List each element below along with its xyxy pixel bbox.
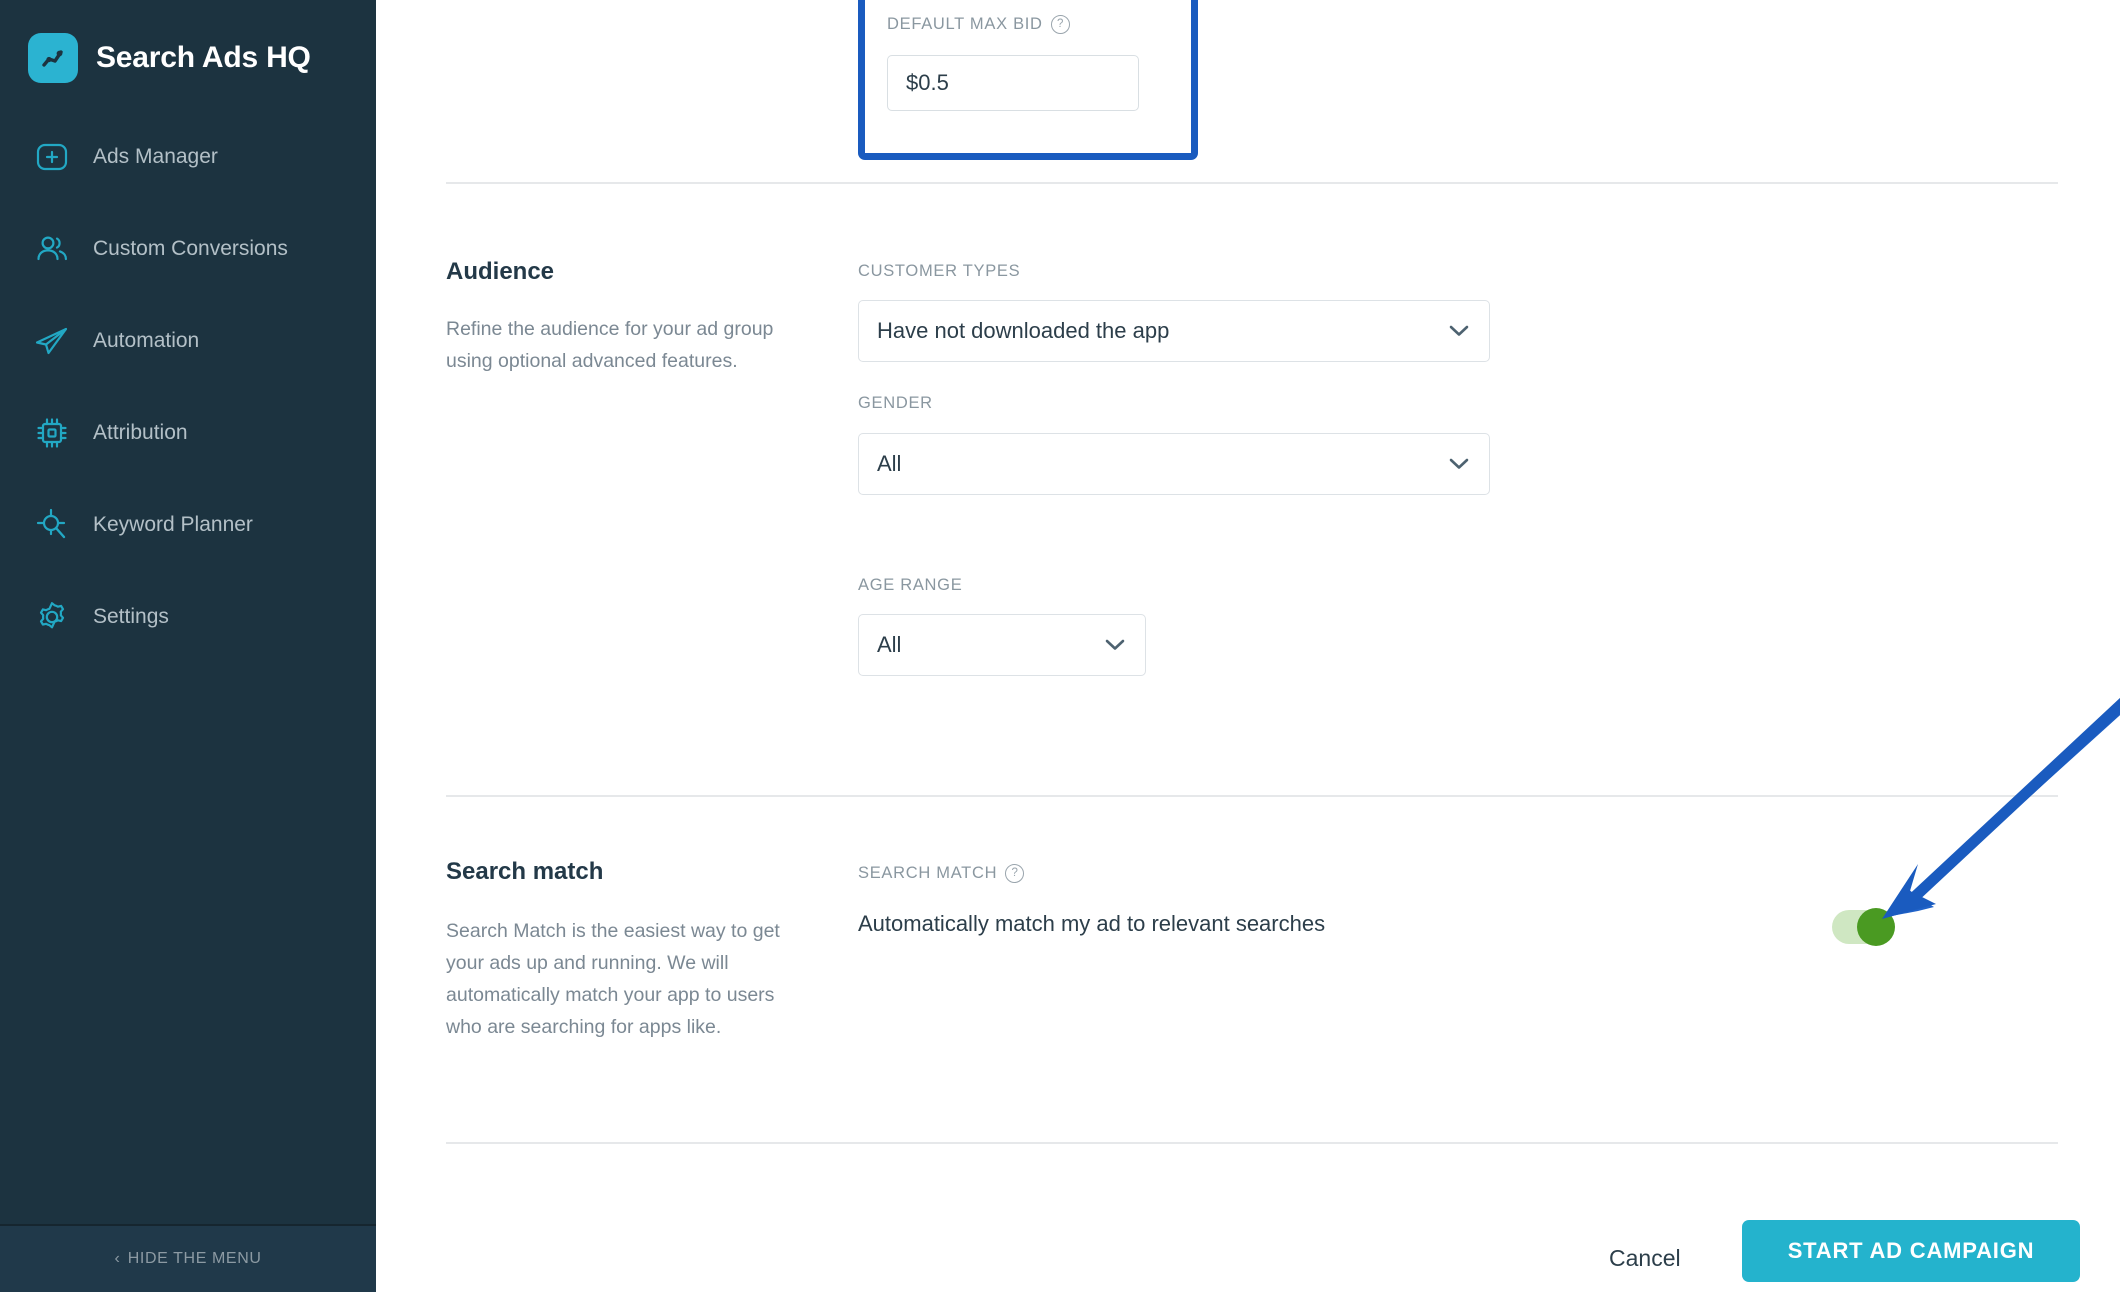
audience-section-title: Audience [446, 258, 555, 285]
sidebar-item-label: Ads Manager [93, 145, 218, 168]
brand: Search Ads HQ [0, 0, 376, 88]
chevron-down-icon [1105, 639, 1145, 651]
sidebar-item-settings[interactable]: Settings [0, 590, 376, 644]
sidebar-nav: Ads Manager Custom Conversions Automatio… [0, 130, 376, 644]
question-mark-circle-icon[interactable]: ? [1005, 864, 1025, 883]
customer-types-value: Have not downloaded the app [877, 318, 1170, 343]
default-max-bid-input[interactable] [887, 55, 1139, 111]
sidebar-item-keyword-planner[interactable]: Keyword Planner [0, 498, 376, 552]
age-range-value: All [877, 632, 902, 657]
gender-value: All [877, 451, 902, 476]
sidebar-item-label: Automation [93, 329, 200, 352]
gender-select[interactable]: All [858, 433, 1490, 495]
sidebar-item-label: Keyword Planner [93, 513, 253, 536]
search-match-toggle[interactable] [1832, 908, 1895, 946]
divider-middle [446, 795, 2058, 797]
search-match-toggle-text: Automatically match my ad to relevant se… [858, 911, 1326, 936]
sidebar-item-label: Settings [93, 605, 169, 628]
age-range-label-row: AGE RANGE [858, 576, 962, 595]
default-max-bid-label-row: DEFAULT MAX BID ? [887, 15, 1070, 34]
app-title: Search Ads HQ [96, 41, 311, 74]
sidebar-item-ads-manager[interactable]: Ads Manager [0, 130, 376, 184]
gear-icon [30, 595, 74, 639]
audience-section-description: Refine the audience for your ad group us… [446, 318, 774, 372]
plus-square-icon [30, 135, 74, 179]
question-mark-circle-icon[interactable]: ? [1050, 15, 1070, 34]
age-range-select[interactable]: All [858, 614, 1146, 676]
sidebar: Search Ads HQ Ads Manager Custom Convers… [0, 0, 376, 1292]
divider-bottom [446, 1142, 2058, 1144]
search-match-label-row: SEARCH MATCH ? [858, 864, 1025, 883]
sidebar-item-label: Attribution [93, 421, 188, 444]
hide-the-menu-label: HIDE THE MENU [127, 1250, 262, 1267]
chevron-left-icon: ‹ [114, 1250, 120, 1267]
search-match-label: SEARCH MATCH [858, 864, 998, 882]
hide-the-menu-button[interactable]: ‹ HIDE THE MENU [0, 1224, 376, 1292]
chevron-down-icon [1449, 325, 1489, 337]
sidebar-item-automation[interactable]: Automation [0, 314, 376, 368]
sidebar-item-custom-conversions[interactable]: Custom Conversions [0, 222, 376, 276]
start-ad-campaign-button[interactable]: START AD CAMPAIGN [1742, 1220, 2080, 1282]
main-content: DEFAULT MAX BID ? Audience Refine the au… [376, 0, 2120, 1292]
crosshair-search-icon [30, 503, 74, 547]
customer-types-label-row: CUSTOMER TYPES [858, 262, 1020, 281]
default-max-bid-label: DEFAULT MAX BID [887, 15, 1043, 33]
app-logo-icon [28, 33, 78, 83]
default-max-bid-highlight: DEFAULT MAX BID ? [858, 0, 1198, 160]
chevron-down-icon [1449, 458, 1489, 470]
sidebar-item-label: Custom Conversions [93, 237, 288, 260]
search-match-section-description: Search Match is the easiest way to get y… [446, 920, 780, 1038]
chip-icon [30, 411, 74, 455]
search-match-section-title: Search match [446, 858, 604, 885]
annotation-arrow-icon [1856, 555, 2120, 925]
search-match-toggle-knob [1857, 908, 1895, 946]
cancel-button[interactable]: Cancel [1609, 1245, 1681, 1272]
customer-types-select[interactable]: Have not downloaded the app [858, 300, 1490, 362]
sidebar-item-attribution[interactable]: Attribution [0, 406, 376, 460]
users-icon [30, 227, 74, 271]
gender-label-row: GENDER [858, 394, 933, 413]
paper-plane-icon [30, 319, 74, 363]
age-range-label: AGE RANGE [858, 576, 963, 594]
gender-label: GENDER [858, 394, 933, 412]
customer-types-label: CUSTOMER TYPES [858, 262, 1021, 280]
divider-top [446, 182, 2058, 184]
